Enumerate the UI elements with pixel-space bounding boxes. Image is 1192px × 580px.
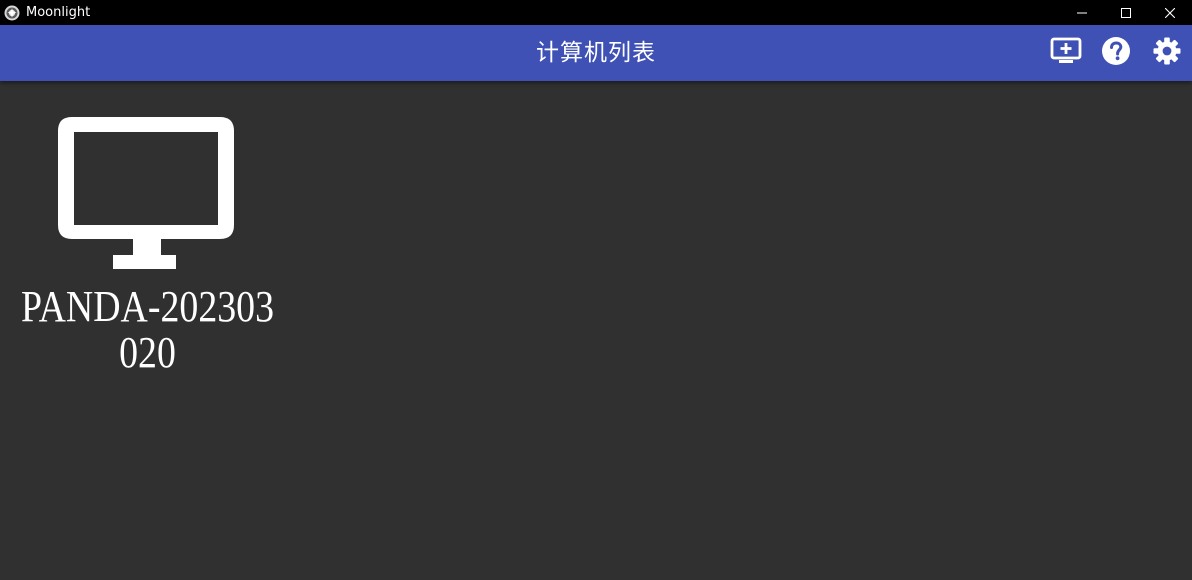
moonlight-window: Moonlight 计算机列表 PANDA-202303020 (0, 0, 1192, 580)
maximize-icon (1121, 3, 1131, 22)
app-toolbar: 计算机列表 (0, 25, 1192, 81)
moonlight-logo-icon (4, 5, 20, 21)
minimize-button[interactable] (1060, 0, 1104, 25)
page-title: 计算机列表 (536, 40, 656, 66)
computer-name: PANDA-202303020 (20, 282, 275, 377)
help-icon (1101, 36, 1131, 70)
add-pc-icon (1050, 37, 1082, 69)
add-pc-button[interactable] (1049, 36, 1083, 70)
close-icon (1164, 3, 1176, 22)
settings-button[interactable] (1150, 36, 1184, 70)
window-titlebar[interactable]: Moonlight (0, 0, 1192, 25)
maximize-button[interactable] (1104, 0, 1148, 25)
help-button[interactable] (1099, 36, 1133, 70)
computer-tile[interactable]: PANDA-202303020 (0, 111, 295, 381)
window-controls (1060, 0, 1192, 25)
window-title: Moonlight (26, 5, 91, 20)
close-button[interactable] (1148, 0, 1192, 25)
monitor-icon (58, 113, 238, 275)
settings-gear-icon (1152, 36, 1182, 70)
computer-list: PANDA-202303020 (0, 81, 1192, 580)
minimize-icon (1077, 3, 1087, 22)
